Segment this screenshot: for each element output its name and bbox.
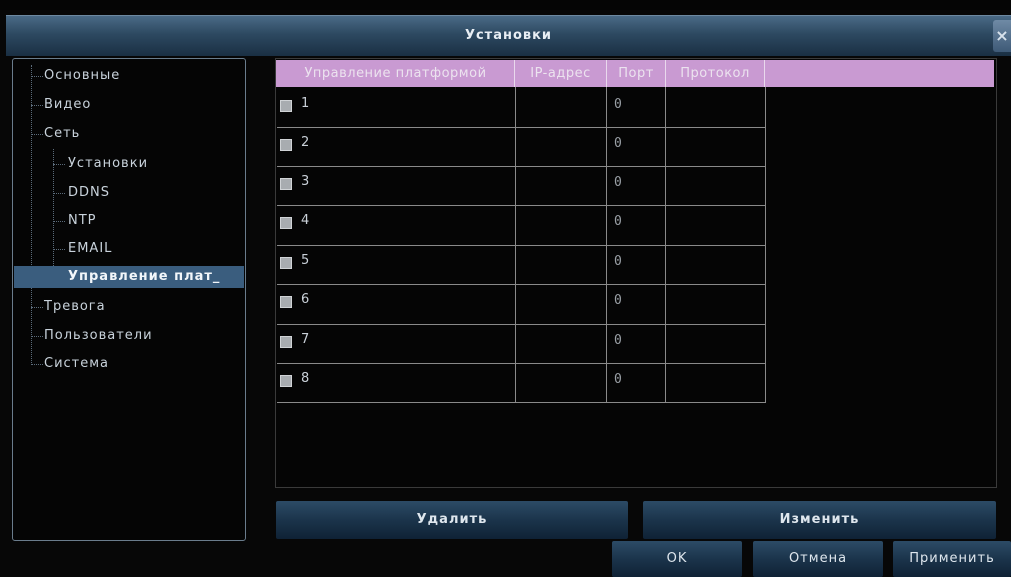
row-port: 0 (614, 254, 622, 269)
settings-screen: Установки × Основные Видео Сеть Установк… (0, 0, 1011, 577)
row-checkbox[interactable] (280, 178, 292, 190)
sidebar-item-ddns[interactable]: DDNS (68, 182, 110, 204)
tree-line (53, 249, 65, 250)
row-checkbox[interactable] (280, 375, 292, 387)
sidebar-item-video[interactable]: Видео (44, 94, 91, 116)
row-name: 8 (301, 371, 310, 386)
tree-line (53, 221, 65, 222)
row-port: 0 (614, 175, 622, 190)
table-row[interactable]: 4 0 (277, 205, 765, 245)
tree-line (31, 134, 43, 135)
sidebar-item-system[interactable]: Система (44, 353, 109, 375)
sidebar-item-ntp[interactable]: NTP (68, 210, 97, 232)
table-row[interactable]: 1 0 (277, 88, 765, 128)
apply-button[interactable]: Применить (893, 541, 1011, 577)
column-header-ip: IP-адрес (515, 60, 607, 87)
row-checkbox[interactable] (280, 139, 292, 151)
row-port: 0 (614, 214, 622, 229)
cancel-button[interactable]: Отмена (753, 541, 883, 577)
sidebar-item-network[interactable]: Сеть (44, 123, 80, 145)
tree-line (53, 149, 54, 284)
sidebar-item-alarm[interactable]: Тревога (44, 296, 106, 318)
row-name: 6 (301, 292, 310, 307)
tree-line (53, 193, 65, 194)
tree-line (31, 65, 32, 365)
row-name: 5 (301, 253, 310, 268)
sidebar-item-basic[interactable]: Основные (44, 65, 120, 87)
row-name: 1 (301, 96, 310, 111)
table-row[interactable]: 6 0 (277, 284, 765, 324)
sidebar-item-platform-management[interactable]: Управление плат_ (14, 266, 244, 288)
tree-line (31, 307, 43, 308)
column-header-protocol: Протокол (666, 60, 765, 87)
tree-line (31, 105, 43, 106)
row-port: 0 (614, 293, 622, 308)
table-row[interactable]: 5 0 (277, 245, 765, 285)
row-port: 0 (614, 136, 622, 151)
settings-sidebar: Основные Видео Сеть Установки DDNS NTP E… (12, 58, 246, 541)
window-title: Установки (464, 28, 553, 43)
title-bar: Установки × (6, 15, 1011, 56)
column-header-port: Порт (607, 60, 666, 87)
edit-button[interactable]: Изменить (643, 501, 996, 539)
table-row[interactable]: 7 0 (277, 324, 765, 364)
row-name: 4 (301, 213, 310, 228)
sidebar-item-email[interactable]: EMAIL (68, 238, 112, 260)
delete-button[interactable]: Удалить (276, 501, 628, 539)
row-port: 0 (614, 372, 622, 387)
tree-line (53, 164, 65, 165)
row-checkbox[interactable] (280, 100, 292, 112)
table-row[interactable]: 3 0 (277, 166, 765, 206)
row-checkbox[interactable] (280, 217, 292, 229)
sidebar-item-users[interactable]: Пользователи (44, 325, 153, 347)
tree-line (31, 336, 43, 337)
tree-line (31, 76, 43, 77)
row-name: 3 (301, 174, 310, 189)
sidebar-item-network-settings[interactable]: Установки (68, 153, 148, 175)
table-row[interactable]: 2 0 (277, 127, 765, 167)
table-row[interactable]: 8 0 (277, 363, 765, 403)
column-header-platform: Управление платформой (277, 60, 515, 87)
row-port: 0 (614, 333, 622, 348)
close-icon[interactable]: × (993, 20, 1011, 52)
top-strip (0, 0, 1011, 10)
row-name: 2 (301, 135, 310, 150)
tree-line (31, 364, 43, 365)
row-checkbox[interactable] (280, 336, 292, 348)
row-checkbox[interactable] (280, 257, 292, 269)
row-name: 7 (301, 332, 310, 347)
row-checkbox[interactable] (280, 296, 292, 308)
ok-button[interactable]: OK (612, 541, 742, 577)
row-port: 0 (614, 97, 622, 112)
grid-line (765, 87, 766, 403)
